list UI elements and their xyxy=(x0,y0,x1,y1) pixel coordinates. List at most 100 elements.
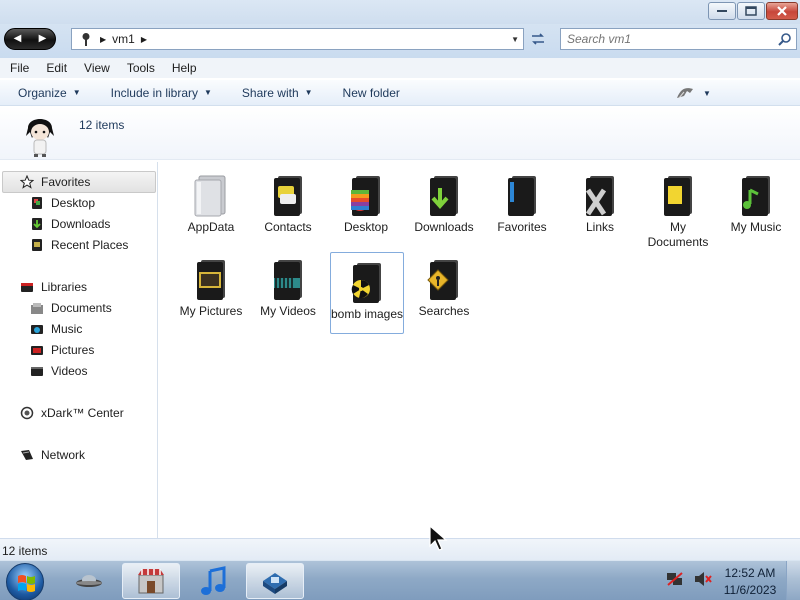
nav-item-documents-label: Documents xyxy=(51,301,112,315)
taskbar-clock[interactable]: 12:52 AM 11/6/2023 xyxy=(718,565,782,599)
new-folder-button[interactable]: New folder xyxy=(343,86,400,100)
clock-time: 12:52 AM xyxy=(724,566,776,580)
breadcrumb-separator-icon[interactable]: ▶ xyxy=(141,35,147,44)
menu-tools[interactable]: Tools xyxy=(117,61,162,75)
videos-library-icon xyxy=(30,364,44,378)
nav-item-desktop[interactable]: Desktop xyxy=(30,194,95,212)
nav-item-pictures[interactable]: Pictures xyxy=(30,341,94,359)
minimize-button[interactable] xyxy=(708,2,736,20)
folder-pictures-icon xyxy=(197,260,225,300)
nav-item-recent-places[interactable]: Recent Places xyxy=(30,236,128,254)
file-label: Desktop xyxy=(343,220,389,234)
file-label: My Music xyxy=(730,220,782,234)
menu-edit[interactable]: Edit xyxy=(36,61,74,75)
address-dropdown-icon[interactable]: ▼ xyxy=(511,35,519,44)
address-row: ◀ ▶ ▶ vm1 ▶ ▼ xyxy=(0,24,800,58)
file-item-downloads[interactable]: Downloads xyxy=(407,166,481,248)
close-button[interactable] xyxy=(766,2,798,20)
change-view-icon[interactable] xyxy=(676,86,694,103)
music-library-icon xyxy=(30,322,44,336)
nav-item-documents[interactable]: Documents xyxy=(30,299,112,317)
file-item-contacts[interactable]: Contacts xyxy=(251,166,325,248)
chevron-down-icon: ▼ xyxy=(204,88,212,97)
taskbar-store-app[interactable] xyxy=(122,563,180,599)
nav-xdark-center-label: xDark™ Center xyxy=(41,406,124,420)
organize-label: Organize xyxy=(18,85,67,100)
file-list: AppData Contacts Desktop Downloads Favor… xyxy=(159,162,800,538)
search-input[interactable] xyxy=(561,29,761,49)
chevron-down-icon: ▼ xyxy=(72,88,81,97)
music-app-icon xyxy=(201,566,226,595)
command-bar: Organize ▼ Include in library ▼ Share with… xyxy=(0,80,800,106)
refresh-icon xyxy=(532,33,544,45)
back-forward-buttons[interactable]: ◀ ▶ xyxy=(4,28,56,50)
nav-favorites[interactable]: Favorites xyxy=(20,173,90,191)
maximize-button[interactable] xyxy=(737,2,765,20)
folder-avatar-icon xyxy=(22,114,58,161)
file-item-desktop[interactable]: Desktop xyxy=(329,166,403,248)
file-item-searches[interactable]: Searches xyxy=(407,250,481,332)
windows-logo-icon xyxy=(18,575,35,592)
status-bar: 12 items xyxy=(0,538,800,560)
show-desktop-button[interactable] xyxy=(786,561,800,600)
nav-xdark-center[interactable]: xDark™ Center xyxy=(20,404,124,422)
start-button[interactable] xyxy=(6,563,44,600)
nav-libraries[interactable]: Libraries xyxy=(20,278,87,296)
taskbar-explorer-app[interactable] xyxy=(246,563,304,599)
breadcrumb-vm1[interactable]: vm1 xyxy=(112,32,135,46)
folder-searches-icon xyxy=(427,260,458,300)
menu-help[interactable]: Help xyxy=(162,61,204,75)
address-bar[interactable]: ▶ vm1 ▶ ▼ xyxy=(71,28,524,50)
forward-arrow-icon[interactable]: ▶ xyxy=(39,34,47,44)
nav-network[interactable]: Network xyxy=(20,446,85,464)
file-item-my-music[interactable]: My Music xyxy=(719,166,793,248)
back-arrow-icon[interactable]: ◀ xyxy=(14,34,22,44)
menu-file[interactable]: File xyxy=(0,61,36,75)
folder-desktop-icon xyxy=(351,176,380,216)
file-item-my-videos[interactable]: My Videos xyxy=(251,250,325,332)
recent-places-icon xyxy=(30,238,44,252)
breadcrumb-separator-icon[interactable]: ▶ xyxy=(100,35,106,44)
menu-view[interactable]: View xyxy=(74,61,117,75)
volume-muted-icon[interactable] xyxy=(694,571,712,590)
nav-item-downloads[interactable]: Downloads xyxy=(30,215,110,233)
include-in-library-button[interactable]: Include in library ▼ xyxy=(111,86,212,100)
file-label: AppData xyxy=(187,220,235,234)
search-icon[interactable] xyxy=(778,32,792,49)
network-icon[interactable] xyxy=(666,571,684,590)
file-label: My Videos xyxy=(260,304,316,318)
file-item-links[interactable]: Links xyxy=(563,166,637,248)
folder-documents-icon xyxy=(664,176,692,216)
refresh-button[interactable] xyxy=(528,29,548,49)
file-item-my-pictures[interactable]: My Pictures xyxy=(174,250,248,332)
location-pin-icon xyxy=(78,31,94,47)
nav-item-videos-label: Videos xyxy=(51,364,88,378)
minimize-icon xyxy=(717,10,727,12)
nav-item-recent-places-label: Recent Places xyxy=(51,238,129,252)
file-label: Links xyxy=(585,220,614,234)
network-icon xyxy=(20,448,34,462)
file-item-my-documents[interactable]: My Documents xyxy=(641,166,715,254)
system-tray xyxy=(666,571,712,590)
folder-music-icon xyxy=(742,176,770,216)
view-dropdown-icon[interactable]: ▼ xyxy=(703,89,711,98)
details-item-count: 12 items xyxy=(79,118,125,132)
nav-item-videos[interactable]: Videos xyxy=(30,362,87,380)
star-icon xyxy=(20,175,34,189)
pictures-library-icon xyxy=(30,343,44,357)
mouse-cursor-icon xyxy=(429,524,448,551)
navigation-pane: Favorites Desktop Downloads Recent Place… xyxy=(0,162,158,538)
file-item-favorites[interactable]: Favorites xyxy=(485,166,559,248)
file-item-bomb-images[interactable]: bomb images xyxy=(330,252,404,334)
search-box[interactable] xyxy=(560,28,797,50)
explorer-app-icon xyxy=(263,573,287,594)
nav-item-music[interactable]: Music xyxy=(30,320,82,338)
share-with-button[interactable]: Share with ▼ xyxy=(242,86,313,100)
nav-item-music-label: Music xyxy=(51,322,83,336)
taskbar: 12:52 AM 11/6/2023 xyxy=(0,560,800,600)
taskbar-ufo-app[interactable] xyxy=(60,563,118,599)
share-with-label: Share with xyxy=(241,85,299,100)
file-item-appdata[interactable]: AppData xyxy=(174,166,248,248)
taskbar-music-app[interactable] xyxy=(184,563,242,599)
organize-button[interactable]: Organize ▼ xyxy=(18,86,81,100)
